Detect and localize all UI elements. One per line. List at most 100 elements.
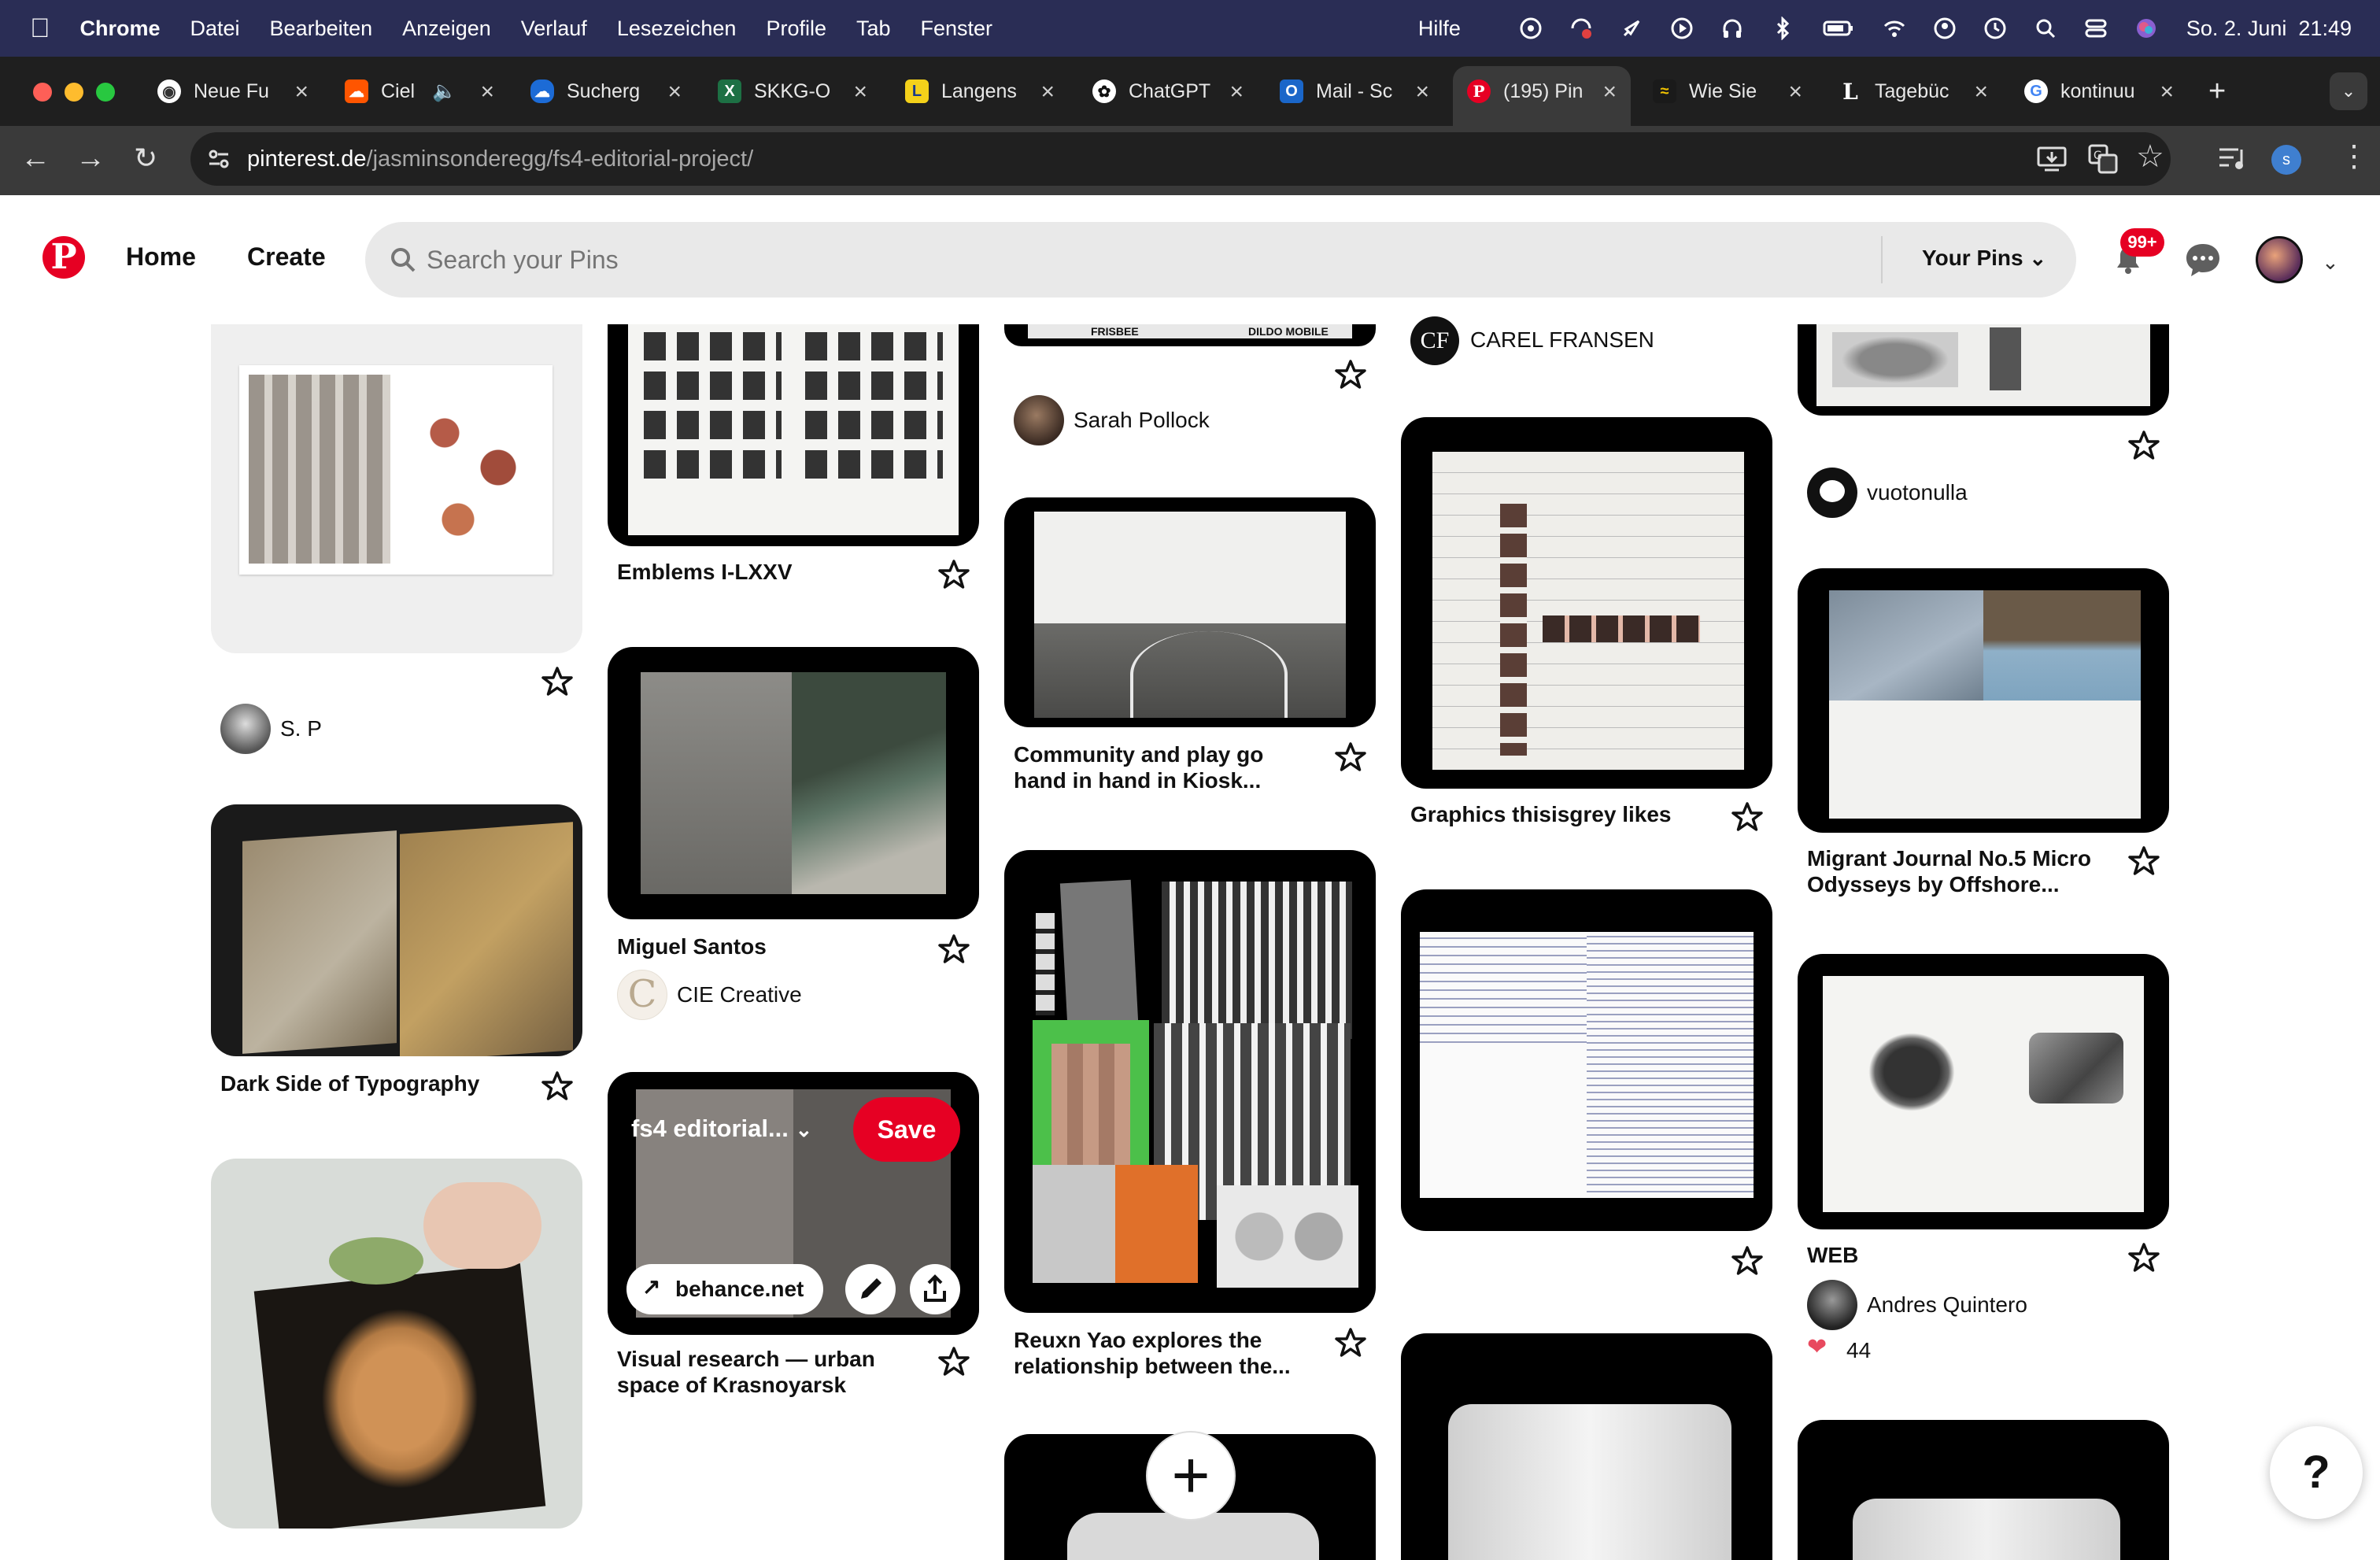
tab-close-icon[interactable]: × [853,79,867,105]
your-pins-dropdown[interactable]: Your Pins ⌄ [1922,246,2046,271]
tab-close-icon[interactable]: × [1229,79,1244,105]
tab-close-icon[interactable]: × [667,79,682,105]
favorite-star-icon[interactable] [938,933,970,965]
screen-record-icon[interactable] [1569,17,1593,40]
steering-icon[interactable] [1519,17,1543,40]
minimize-window-button[interactable] [65,83,83,102]
search-input[interactable] [427,239,1843,280]
pin-image-kiosk[interactable] [1004,497,1376,727]
tab-close-icon[interactable]: × [1788,79,1802,105]
creator-avatar[interactable] [220,704,271,754]
pin-image-rocks[interactable] [211,324,582,653]
share-button[interactable] [910,1264,960,1314]
bluetooth-icon[interactable] [1771,17,1794,40]
back-arrow-icon[interactable]: ← [20,142,50,176]
maximize-window-button[interactable] [96,83,115,102]
menu-app-name[interactable]: Chrome [80,17,161,41]
tab-skkg[interactable]: X SKKG-O × [718,71,867,112]
pin-title[interactable]: Miguel Santos [617,933,767,959]
creator-name[interactable]: S. P [280,716,322,741]
creator-avatar[interactable] [1014,395,1064,445]
creator-name[interactable]: CIE Creative [677,982,802,1007]
pin-title-line1[interactable]: Reuxn Yao explores the [1014,1327,1262,1353]
pin-image-leaf[interactable] [211,1159,582,1529]
pin-title-line1[interactable]: Migrant Journal No.5 Micro [1807,845,2091,871]
tab-close-icon[interactable]: × [1040,79,1055,105]
menu-datei[interactable]: Datei [190,17,240,41]
pin-image-book-bottom[interactable] [1798,1420,2169,1560]
add-pin-button[interactable]: + [1146,1431,1236,1521]
time-machine-icon[interactable] [1983,17,2007,40]
favorite-star-icon[interactable] [1731,1245,1763,1277]
pin-title-line2[interactable]: relationship between the... [1014,1353,1291,1379]
favorite-star-icon[interactable] [2128,845,2160,877]
pin-image-archive[interactable] [1798,324,2169,416]
pin-image-books[interactable] [211,804,582,1056]
rocket-icon[interactable] [1620,17,1643,40]
tab-close-icon[interactable]: × [1974,79,1988,105]
tab-close-icon[interactable]: × [2160,79,2174,105]
wifi-icon[interactable] [1883,17,1906,40]
creator-name[interactable]: vuotonulla [1867,480,1968,505]
menubar-clock[interactable]: So. 2. Juni 21:49 [2186,17,2352,41]
favorite-star-icon[interactable] [938,1346,970,1377]
pin-image-web[interactable] [1798,954,2169,1229]
help-button[interactable]: ? [2270,1426,2363,1519]
translate-icon[interactable]: G [2087,143,2119,175]
site-settings-icon[interactable] [206,146,231,172]
creator-avatar[interactable]: CF [1410,316,1459,365]
forward-arrow-icon[interactable]: → [76,142,105,176]
save-button[interactable]: Save [853,1097,960,1162]
pin-title-line1[interactable]: Community and play go [1014,741,1263,767]
tab-close-icon[interactable]: × [1415,79,1429,105]
reload-icon[interactable]: ↻ [134,142,157,175]
favorite-star-icon[interactable] [1335,359,1366,390]
pin-title-line2[interactable]: Odysseys by Offshore... [1807,871,2060,897]
pin-title-line1[interactable]: Visual research — urban [617,1346,875,1372]
account-chevron-down-icon[interactable]: ⌄ [2322,250,2339,275]
pin-image-migrant-journal[interactable] [1798,568,2169,833]
tab-neue-funktionen[interactable]: ◉ Neue Fu × [157,71,309,112]
menu-hilfe[interactable]: Hilfe [1418,17,1461,41]
pinterest-logo-icon[interactable]: P [42,236,85,279]
pin-image-reuxn-yao[interactable] [1004,850,1376,1313]
tab-mail[interactable]: O Mail - Sc × [1280,71,1429,112]
tab-wie-sie[interactable]: ≈ Wie Sie × [1653,71,1802,112]
headphones-icon[interactable] [1720,17,1744,40]
creator-name[interactable]: Sarah Pollock [1074,408,1210,433]
tab-ciel[interactable]: ☁ Ciel 🔈 × [345,71,494,112]
creator-avatar[interactable] [1807,468,1857,518]
siri-icon[interactable] [2134,17,2158,40]
play-circle-icon[interactable] [1670,17,1694,40]
speaker-icon[interactable]: 🔈 [432,80,456,103]
pin-title[interactable]: Graphics thisisgrey likes [1410,801,1672,827]
user-circle-icon[interactable] [1933,17,1957,40]
pin-title[interactable]: Dark Side of Typography [220,1070,479,1096]
menu-verlauf[interactable]: Verlauf [521,17,587,41]
pin-image-gpa-table[interactable] [1401,417,1772,789]
menu-tab[interactable]: Tab [856,17,891,41]
spotlight-search-icon[interactable] [2034,17,2057,40]
tab-kontinuum[interactable]: G kontinuu × [2024,71,2174,112]
pin-title[interactable]: WEB [1807,1242,1858,1268]
menu-lesezeichen[interactable]: Lesezeichen [617,17,737,41]
favorite-star-icon[interactable] [1335,741,1366,773]
pin-title[interactable]: Emblems I-LXXV [617,559,793,585]
url-text[interactable]: pinterest.de/jasminsonderegg/fs4-editori… [247,146,753,172]
tab-langenscheidt[interactable]: L Langens × [905,71,1055,112]
favorite-star-icon[interactable] [2128,430,2160,461]
tab-pinterest-active[interactable]: P (195) Pin × [1467,71,1617,112]
favorite-star-icon[interactable] [1731,801,1763,833]
favorite-star-icon[interactable] [1335,1327,1366,1359]
favorite-star-icon[interactable] [541,666,573,697]
tab-close-icon[interactable]: × [294,79,309,105]
tab-close-icon[interactable]: × [480,79,494,105]
pin-title-line2[interactable]: hand in hand in Kiosk... [1014,767,1261,793]
menu-fenster[interactable]: Fenster [921,17,993,41]
menu-anzeigen[interactable]: Anzeigen [402,17,491,41]
new-tab-button[interactable]: + [2208,71,2240,112]
control-center-icon[interactable] [2084,17,2108,40]
favorite-star-icon[interactable] [2128,1242,2160,1274]
user-avatar[interactable] [2256,236,2303,283]
nav-create[interactable]: Create [247,242,326,272]
